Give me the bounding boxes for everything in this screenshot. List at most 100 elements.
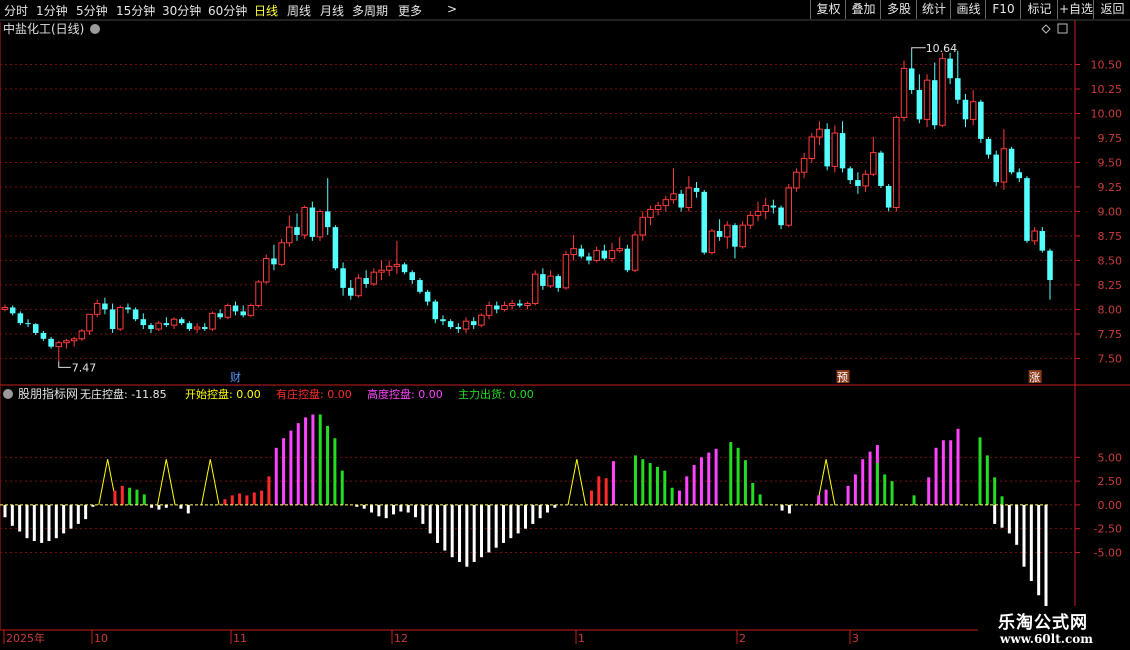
candle-body-76: [586, 256, 592, 261]
candle-body-134: [1031, 230, 1038, 242]
candle-body-35: [271, 258, 277, 265]
candle-body-104: [800, 158, 808, 173]
candle-body-38: [294, 227, 300, 235]
candle-body-120: [923, 79, 931, 120]
candle-body-46: [355, 277, 362, 297]
candle-body-92: [708, 230, 716, 254]
chart-area: 中盐化工(日线) 7.50 7.75 8.00 8.25 8.50 8.75 9.00 9.25…: [0, 19, 1130, 650]
candle-body-12: [93, 303, 101, 315]
candle-body-51: [393, 263, 401, 267]
candle-body-66: [508, 303, 516, 307]
indicator-value-1: 开始控盘: 0.00: [185, 387, 261, 401]
candle-body-29: [224, 305, 232, 318]
candle-body-78: [601, 250, 608, 259]
candle-body-121: [931, 80, 938, 126]
candle-body-87: [670, 193, 677, 201]
candle-body-127: [978, 101, 984, 139]
candle-body-69: [531, 273, 539, 305]
candle-body-55: [424, 291, 431, 302]
candle-body-116: [893, 116, 900, 209]
date-label-0: 2025年: [6, 631, 45, 645]
candle-body-61: [470, 321, 477, 326]
ind-mark-1-22: [156, 459, 176, 505]
candle-body-126: [969, 101, 977, 120]
candle-body-100: [770, 205, 777, 208]
candle-body-40: [309, 207, 316, 237]
candle-body-124: [955, 78, 961, 100]
candle-body-44: [340, 268, 346, 288]
candle-body-1: [9, 307, 16, 314]
candle-body-128: [985, 138, 992, 155]
candle-body-3: [25, 323, 31, 325]
candle-body-83: [639, 216, 647, 236]
price-tick-label-0: 7.50: [1098, 352, 1123, 365]
candle-body-84: [647, 208, 654, 218]
candle-body-22: [170, 318, 178, 326]
candle-body-67: [517, 303, 523, 306]
indicator-value-2: 有庄控盘: 0.00: [276, 387, 352, 401]
price-tick-label-11: 10.25: [1091, 83, 1123, 96]
price-tick-label-12: 10.50: [1091, 58, 1123, 71]
candle-body-82: [631, 234, 639, 271]
candle-body-111: [855, 180, 861, 186]
price-tick-label-10: 10.00: [1091, 107, 1123, 120]
event-marker-2: 涨: [1029, 371, 1040, 384]
candle-body-130: [1000, 148, 1008, 183]
candle-body-96: [739, 224, 746, 248]
candle-body-8: [63, 340, 70, 344]
watermark-url: www.60lt.com: [1000, 632, 1093, 646]
price-tick-label-2: 8.00: [1098, 303, 1123, 316]
candle-body-88: [678, 193, 684, 208]
candle-body-19: [148, 325, 154, 330]
candle-body-117: [900, 67, 908, 118]
candle-body-91: [701, 191, 707, 253]
ind-mark-1-78: [567, 459, 587, 505]
candle-body-2: [17, 313, 24, 324]
candle-body-112: [862, 173, 869, 187]
date-label-2: 11: [233, 632, 247, 645]
candle-body-32: [247, 305, 255, 316]
candle-body-122: [939, 58, 946, 126]
indicator-dropdown-icon: [3, 389, 13, 399]
candle-body-109: [839, 133, 846, 169]
candle-body-34: [262, 257, 270, 283]
candle-body-56: [432, 301, 439, 320]
date-label-1: 10: [94, 632, 108, 645]
candle-body-131: [1008, 148, 1015, 173]
candle-body-81: [624, 248, 631, 271]
candle-body-113: [870, 152, 877, 175]
candle-body-77: [593, 250, 600, 261]
candle-body-59: [455, 327, 462, 330]
candle-body-31: [240, 311, 246, 316]
candle-body-70: [540, 274, 546, 286]
candle-body-75: [578, 248, 585, 257]
candle-body-79: [608, 250, 616, 259]
candle-body-101: [778, 207, 784, 226]
candle-body-85: [654, 205, 662, 210]
high-label: 10.64: [926, 42, 958, 55]
ind-tick-label-0: 5.00: [1098, 451, 1123, 464]
candle-body-49: [378, 269, 385, 273]
candle-body-89: [685, 187, 693, 209]
diamond-icon: [1041, 24, 1051, 34]
date-label-3: 12: [394, 632, 408, 645]
candle-body-93: [716, 231, 723, 237]
ind-mark-1-28: [200, 459, 220, 505]
candle-body-95: [732, 225, 738, 247]
ind-tick-label-2: 0.00: [1098, 499, 1123, 512]
low-label: 7.47: [72, 361, 97, 374]
candle-body-11: [86, 313, 93, 332]
candle-body-28: [217, 313, 223, 318]
high-pointer: [911, 47, 926, 51]
candle-body-129: [993, 154, 999, 183]
indicator-value-0: 无庄控盘: -11.85: [80, 387, 167, 401]
candle-body-135: [1039, 231, 1046, 251]
candle-body-10: [78, 330, 86, 340]
ind-tick-label-4: -5.00: [1094, 546, 1122, 559]
candle-body-97: [747, 214, 754, 226]
candle-body-58: [447, 321, 454, 328]
candle-body-45: [348, 287, 354, 296]
candle-body-119: [916, 89, 923, 120]
ind-tick-label-3: -2.50: [1094, 523, 1122, 536]
candle-body-27: [209, 312, 216, 330]
